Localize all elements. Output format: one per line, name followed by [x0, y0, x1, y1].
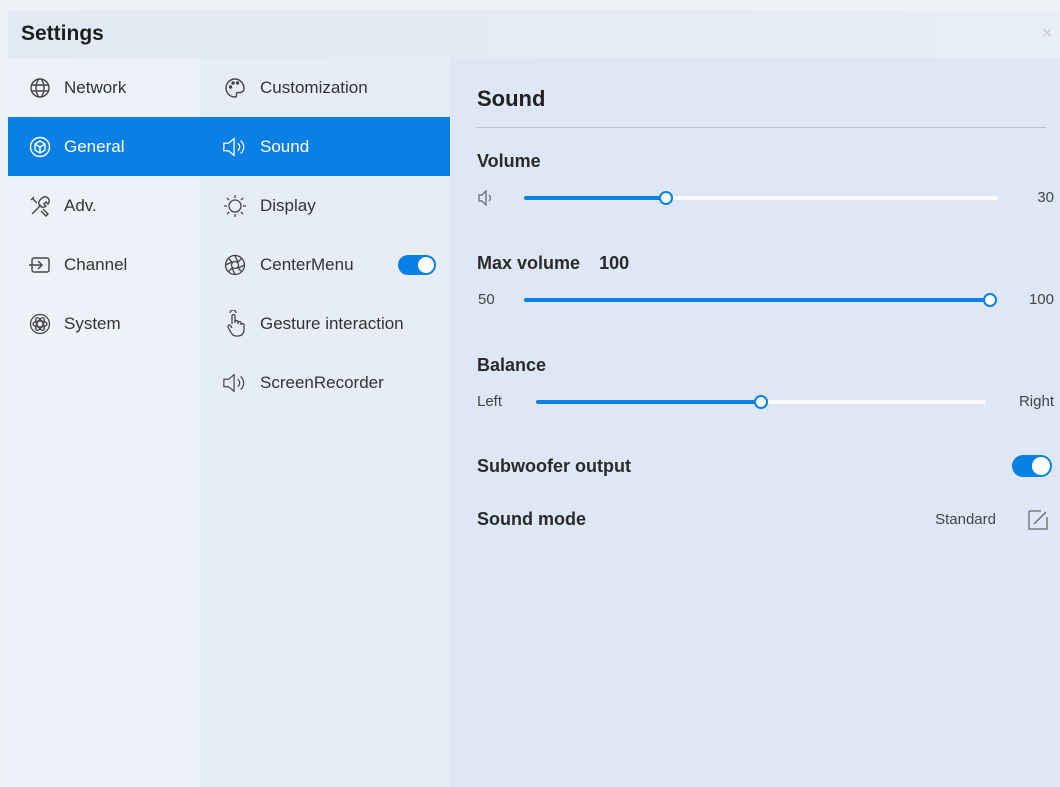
page-title: Sound	[477, 86, 546, 111]
category-sidebar: Network General Adv. Channel System	[8, 58, 200, 787]
sidebar-item-label: Network	[64, 77, 127, 97]
sidebar-item-gesture[interactable]: Gesture interaction	[200, 294, 450, 353]
hand-pointer-icon	[222, 309, 248, 337]
divider	[477, 127, 1046, 128]
max-volume-min: 50	[478, 291, 495, 308]
sidebar-item-label: System	[64, 313, 121, 333]
sound-mode-value: Standard	[935, 511, 996, 528]
aperture-icon	[222, 253, 248, 277]
slider-thumb[interactable]	[983, 293, 997, 307]
sidebar-item-label: General	[64, 136, 125, 156]
atom-icon	[28, 312, 52, 336]
palette-icon	[222, 76, 248, 100]
volume-value: 30	[1037, 189, 1054, 206]
edit-icon[interactable]	[1026, 508, 1050, 532]
max-volume-value: 100	[599, 253, 630, 273]
subwoofer-toggle[interactable]	[1012, 455, 1052, 477]
volume-slider[interactable]	[524, 191, 998, 205]
sidebar-item-label: Adv.	[64, 195, 97, 215]
window-title: Settings	[21, 22, 104, 45]
sidebar-item-system[interactable]: System	[8, 294, 200, 353]
tools-icon	[28, 194, 52, 218]
sidebar-item-label: CenterMenu	[260, 254, 354, 274]
speaker-icon	[222, 135, 248, 159]
max-volume-label: Max volume 100	[477, 253, 629, 274]
slider-thumb[interactable]	[659, 191, 674, 205]
slider-fill	[536, 400, 761, 404]
sidebar-item-label: Sound	[260, 136, 310, 156]
speaker-icon	[478, 189, 494, 212]
slider-fill	[524, 196, 667, 200]
sidebar-item-label: Customization	[260, 77, 368, 97]
sidebar-item-label: Channel	[64, 254, 128, 274]
sidebar-item-display[interactable]: Display	[200, 176, 450, 235]
settings-window: Settings × Network General Adv. Channel …	[8, 10, 1060, 787]
sidebar-item-label: Display	[260, 195, 316, 215]
sidebar-item-label: ScreenRecorder	[260, 372, 384, 392]
sound-mode-label: Sound mode	[477, 509, 586, 529]
toggle-knob	[418, 257, 434, 273]
globe-icon	[28, 76, 52, 100]
balance-right-label: Right	[1018, 393, 1054, 410]
volume-label: Volume	[477, 151, 541, 171]
sidebar-item-screenrecorder[interactable]: ScreenRecorder	[200, 353, 450, 412]
centermenu-toggle[interactable]	[398, 255, 436, 275]
max-volume-slider[interactable]	[524, 293, 997, 307]
subwoofer-label: Subwoofer output	[477, 456, 631, 476]
sidebar-item-label: Gesture interaction	[260, 313, 404, 333]
cube-icon	[28, 135, 52, 159]
max-volume-title: Max volume	[477, 253, 581, 273]
sun-icon	[222, 194, 248, 218]
subcategory-sidebar: Customization Sound Display CenterMenu G…	[200, 58, 450, 787]
sidebar-item-sound[interactable]: Sound	[200, 117, 450, 176]
sidebar-item-channel[interactable]: Channel	[8, 235, 200, 294]
sidebar-item-customization[interactable]: Customization	[200, 58, 450, 117]
sidebar-item-adv[interactable]: Adv.	[8, 176, 200, 235]
sidebar-item-centermenu[interactable]: CenterMenu	[200, 235, 450, 294]
toggle-knob	[1032, 457, 1050, 475]
title-bar: Settings ×	[8, 10, 1060, 58]
balance-slider[interactable]	[536, 395, 986, 409]
balance-left-label: Left	[477, 393, 503, 410]
close-icon[interactable]: ×	[1038, 24, 1056, 42]
sidebar-item-general[interactable]: General	[8, 117, 200, 176]
balance-label: Balance	[477, 355, 547, 375]
slider-fill	[524, 298, 990, 302]
max-volume-max: 100	[1028, 291, 1054, 308]
slider-thumb[interactable]	[754, 395, 768, 409]
speaker-icon	[222, 371, 248, 395]
input-source-icon	[28, 253, 52, 277]
sidebar-item-network[interactable]: Network	[8, 58, 200, 117]
sound-panel: Sound Volume 30 Max volume 100 50 100 Ba…	[450, 58, 1060, 787]
